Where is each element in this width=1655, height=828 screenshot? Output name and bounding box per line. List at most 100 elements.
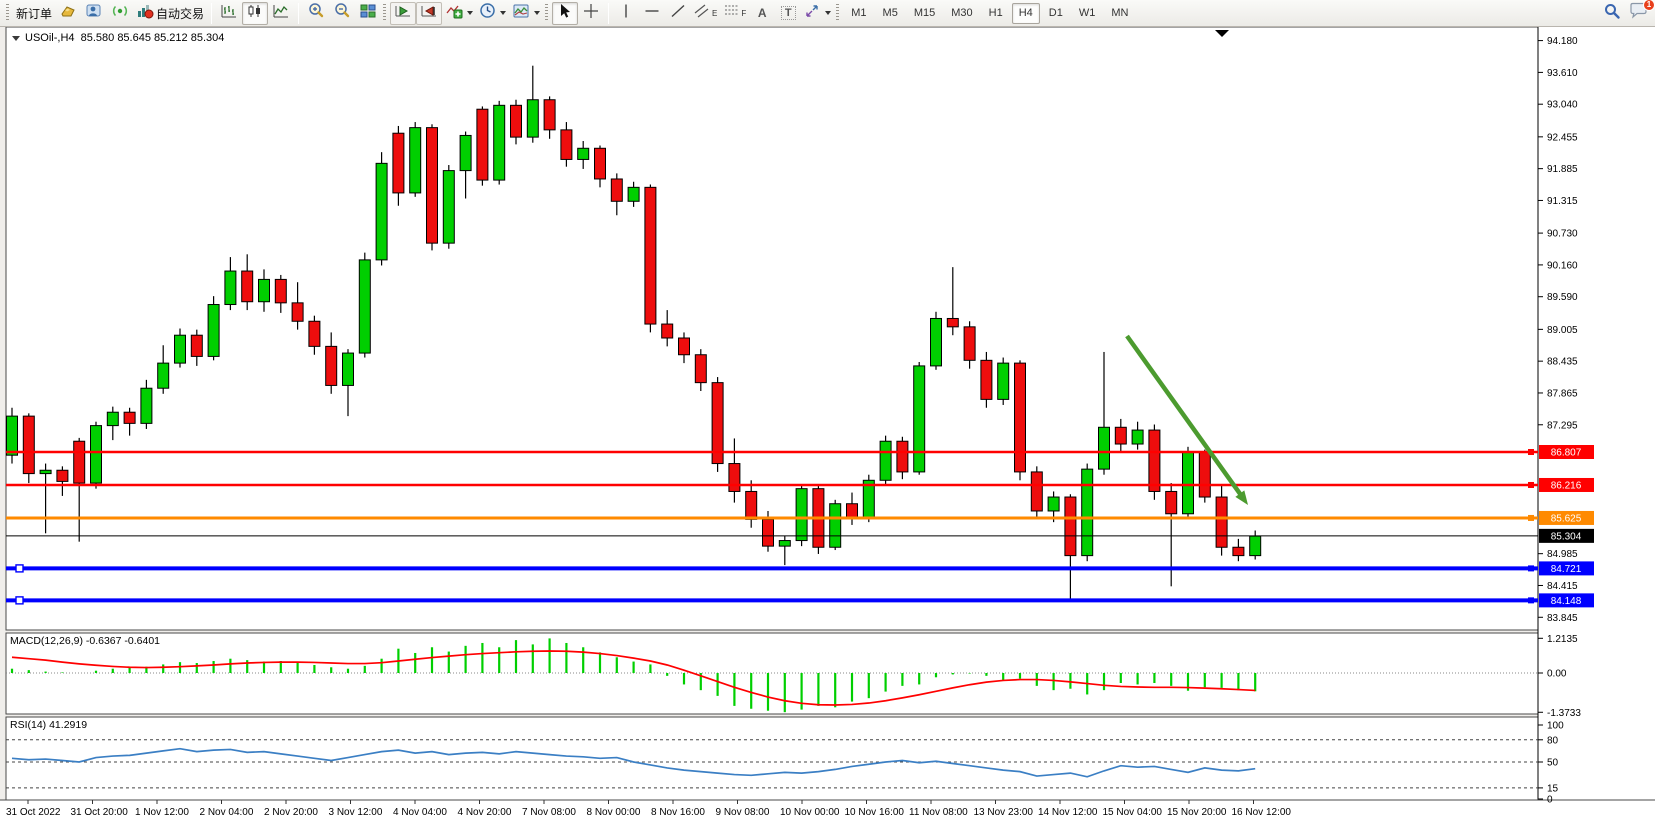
notification-badge: 1 [1643,0,1655,11]
chat-button[interactable]: 1 [1625,2,1651,25]
macd-tick-label: -1.3733 [1547,708,1581,719]
bull-candle [527,100,538,137]
bull-candle [1099,427,1110,469]
price-tick-label: 87.295 [1547,420,1578,431]
time-axis-label: 31 Oct 20:00 [71,807,129,818]
zoom-in-button[interactable] [303,2,329,25]
auto-scroll-button[interactable] [390,2,416,25]
cursor-button[interactable] [552,2,578,25]
horizontal-line-tool-button[interactable] [639,2,665,25]
indicators-button[interactable] [442,2,476,25]
time-axis-label: 4 Nov 04:00 [393,807,447,818]
bull-candle [1183,452,1194,513]
timeframe-button-M30[interactable]: M30 [944,3,979,24]
timeframe-button-M1[interactable]: M1 [844,3,873,24]
time-axis-label: 15 Nov 04:00 [1103,807,1163,818]
trendline-tool-button[interactable] [665,2,691,25]
bull-candle [1250,536,1261,556]
timeframe-button-M5[interactable]: M5 [876,3,905,24]
bear-candle [124,412,135,423]
bull-candle [1132,430,1143,444]
vertical-line-icon [618,3,634,24]
search-button[interactable] [1599,2,1625,25]
bear-candle [1216,497,1227,547]
price-badge-label: 84.721 [1551,564,1582,575]
user-terminal-icon [85,3,103,24]
tile-windows-button[interactable] [355,2,381,25]
text-tool-button[interactable]: A [749,2,775,25]
price-tick-label: 89.590 [1547,292,1578,303]
bar-chart-button[interactable] [216,2,242,25]
bear-candle [57,470,68,481]
bear-candle [595,148,606,179]
cursor-arrow-icon [557,3,573,24]
bull-candle [460,135,471,170]
bull-candle [410,128,421,193]
chart-collapse-icon[interactable] [12,36,20,41]
bear-candle [326,346,337,385]
time-axis-label: 10 Nov 00:00 [780,807,840,818]
bear-candle [1015,363,1026,472]
price-tick-label: 90.730 [1547,229,1578,240]
time-axis-label: 2 Nov 20:00 [264,807,318,818]
market-watch-button[interactable] [55,2,81,25]
time-axis-label: 4 Nov 20:00 [458,807,512,818]
price-tick-label: 91.885 [1547,164,1578,175]
timeframe-button-M15[interactable]: M15 [907,3,942,24]
toolbar: 新订单 自动交易 [0,0,1655,27]
fibonacci-tool-button[interactable]: F [720,2,749,25]
line-handle[interactable] [16,597,23,604]
bear-candle [1115,427,1126,444]
candlestick-chart-button[interactable] [242,2,268,25]
bull-candle [931,318,942,365]
time-axis-label: 13 Nov 23:00 [974,807,1034,818]
new-order-button[interactable]: 新订单 [13,2,55,25]
price-tick-label: 87.865 [1547,388,1578,399]
time-axis-label: 2 Nov 04:00 [200,807,254,818]
periods-button[interactable] [476,2,509,25]
zoom-out-button[interactable] [329,2,355,25]
chart-title-text: USOil-,H4 85.580 85.645 85.212 85.304 [25,32,224,44]
time-axis-label: 14 Nov 12:00 [1038,807,1098,818]
channel-tool-button[interactable]: E [691,2,720,25]
toolbar-grip[interactable] [836,4,839,22]
bear-candle [1065,497,1076,556]
time-axis-label: 8 Nov 00:00 [587,807,641,818]
vertical-line-tool-button[interactable] [613,2,639,25]
chart-shift-button[interactable] [416,2,442,25]
bull-candle [343,353,354,385]
bear-candle [1031,472,1042,511]
line-handle[interactable] [16,565,23,572]
timeframe-button-H1[interactable]: H1 [982,3,1010,24]
autotrading-icon [136,3,154,24]
chart-shift-icon [420,3,438,24]
timeframe-button-W1[interactable]: W1 [1072,3,1103,24]
text-label-tool-button[interactable]: T [775,2,801,25]
bear-candle [729,464,740,492]
templates-button[interactable] [509,2,543,25]
toolbar-grip[interactable] [383,4,386,22]
timeframe-button-D1[interactable]: D1 [1042,3,1070,24]
line-anchor [1528,597,1534,603]
rsi-tick-label: 15 [1547,783,1559,794]
crosshair-button[interactable] [578,2,604,25]
toolbar-grip[interactable] [6,4,9,22]
timeframe-button-MN[interactable]: MN [1104,3,1135,24]
timeframe-button-H4[interactable]: H4 [1012,3,1040,24]
chart-title: USOil-,H4 85.580 85.645 85.212 85.304 [12,32,224,44]
signals-button[interactable] [107,2,133,25]
toolbar-grip[interactable] [545,4,548,22]
arrows-tool-button[interactable] [801,2,834,25]
terminal-button[interactable] [81,2,107,25]
crosshair-icon [583,3,599,24]
bear-candle [1199,452,1210,497]
line-anchor [1528,449,1534,455]
autotrading-label: 自动交易 [156,5,204,22]
chart-window: 94.18093.61093.04092.45591.88591.31590.7… [0,27,1655,828]
bear-candle [897,441,908,472]
rsi-tick-label: 0 [1547,795,1553,806]
chart-canvas[interactable]: 94.18093.61093.04092.45591.88591.31590.7… [0,27,1655,828]
line-chart-button[interactable] [268,2,294,25]
rsi-indicator-label: RSI(14) 41.2919 [10,719,87,731]
autotrading-button[interactable]: 自动交易 [133,2,207,25]
